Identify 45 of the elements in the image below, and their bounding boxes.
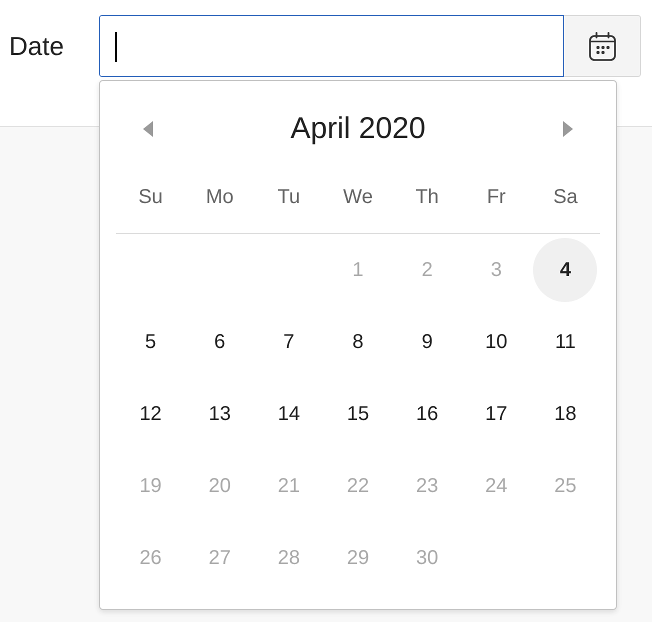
calendar-day[interactable]: 14 [256, 382, 321, 446]
calendar-day: 28 [256, 526, 321, 590]
calendar-day: 30 [395, 526, 460, 590]
calendar-day: 21 [256, 454, 321, 518]
calendar-day: 19 [118, 454, 183, 518]
weekday-label: Fr [486, 185, 506, 209]
calendar-day[interactable]: 12 [118, 382, 183, 446]
calendar-day: 3 [464, 238, 528, 302]
text-cursor-icon [115, 32, 117, 62]
calendar-day: 2 [395, 238, 460, 302]
calendar-day: 26 [118, 526, 183, 590]
calendar-day: 29 [326, 526, 390, 590]
caret-right-icon [563, 121, 573, 137]
calendar-day: 25 [533, 454, 598, 518]
calendar-day[interactable]: 9 [395, 310, 460, 374]
date-label: Date [9, 30, 64, 62]
calendar-day[interactable]: 7 [256, 310, 321, 374]
calendar-day[interactable]: 16 [395, 382, 460, 446]
weekday-label: Su [138, 185, 163, 209]
calendar-day: 23 [395, 454, 460, 518]
caret-left-icon [143, 121, 153, 137]
calendar-day[interactable]: 17 [464, 382, 528, 446]
calendar-button[interactable] [564, 15, 641, 77]
calendar-icon [588, 32, 616, 60]
month-title: April 2020 [289, 111, 427, 147]
calendar-day[interactable]: 6 [188, 310, 252, 374]
calendar-day[interactable]: 4 [533, 238, 598, 302]
calendar-day[interactable]: 10 [464, 310, 528, 374]
weekday-label: Tu [278, 185, 300, 209]
calendar-day[interactable]: 8 [326, 310, 390, 374]
calendar-day[interactable]: 13 [188, 382, 252, 446]
date-field[interactable] [99, 15, 564, 77]
calendar-day: 27 [188, 526, 252, 590]
calendar-day[interactable]: 5 [118, 310, 183, 374]
calendar-day: 22 [326, 454, 390, 518]
calendar-day[interactable]: 11 [533, 310, 598, 374]
calendar-day: 20 [188, 454, 252, 518]
calendar-day[interactable]: 18 [533, 382, 598, 446]
weekday-label: Mo [206, 185, 234, 209]
weekday-label: We [343, 185, 373, 209]
calendar-day: 1 [326, 238, 390, 302]
calendar-day: 24 [464, 454, 528, 518]
calendar-day[interactable]: 15 [326, 382, 390, 446]
weekday-label: Sa [553, 185, 578, 209]
weekday-label: Th [415, 185, 439, 209]
